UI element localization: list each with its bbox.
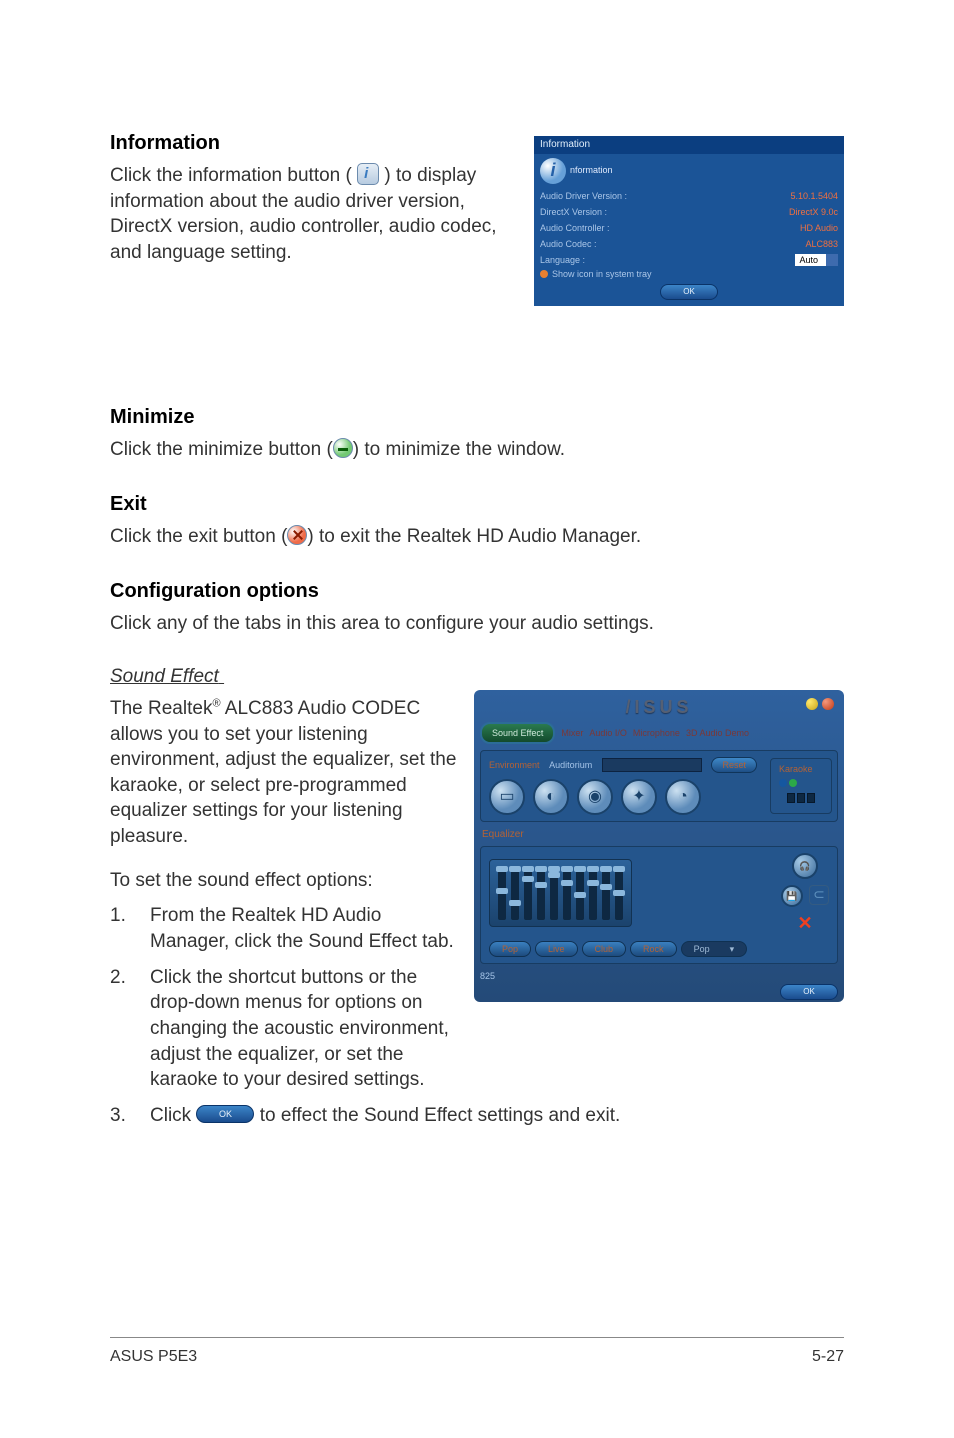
info-panel-title: Information (534, 136, 844, 154)
env-preset-icon[interactable]: ◐ (533, 779, 569, 815)
information-panel: Information i nformation Audio Driver Ve… (534, 136, 844, 306)
tab-3d-audio[interactable]: 3D Audio Demo (686, 727, 749, 739)
eq-slider[interactable] (602, 866, 610, 920)
eq-slider[interactable] (563, 866, 571, 920)
list-number: 2. (110, 965, 150, 1093)
environment-dropdown[interactable] (602, 758, 702, 772)
eq-slider[interactable] (576, 866, 584, 920)
info-icon-label: nformation (570, 164, 613, 176)
equalizer-sliders[interactable] (489, 859, 632, 927)
exit-heading: Exit (110, 491, 844, 518)
tab-microphone[interactable]: Microphone (633, 727, 680, 739)
tab-sound-effect[interactable]: Sound Effect (480, 722, 555, 744)
language-dropdown[interactable]: Auto (795, 254, 838, 266)
karaoke-label: Karaoke (779, 763, 823, 775)
env-preset-icon[interactable]: ◉ (577, 779, 613, 815)
sound-effect-panel: /ISUS Sound Effect Mixer Audio I/O Micro… (474, 690, 844, 1002)
preset-button[interactable]: Rock (630, 941, 677, 957)
eq-save-icon[interactable]: 💾 (781, 885, 803, 907)
exit-body: Click the exit button () to exit the Rea… (110, 524, 844, 550)
list-item: Click the shortcut buttons or the drop-d… (150, 965, 460, 1093)
close-icon[interactable] (822, 698, 834, 710)
minimize-heading: Minimize (110, 404, 844, 431)
config-heading: Configuration options (110, 578, 844, 605)
eq-mode-icon[interactable]: 🎧 (792, 853, 818, 879)
minimize-body: Click the minimize button () to minimize… (110, 437, 844, 463)
info-row-value: ALC883 (805, 238, 838, 250)
footer-left: ASUS P5E3 (110, 1346, 197, 1368)
eq-open-icon[interactable]: ⊂ (809, 885, 829, 905)
preset-button[interactable]: Club (582, 941, 627, 957)
preset-button[interactable]: Pop (489, 941, 531, 957)
minimize-icon[interactable] (806, 698, 818, 710)
footer-right: 5-27 (812, 1346, 844, 1368)
eq-slider[interactable] (524, 866, 532, 920)
eq-slider[interactable] (615, 866, 623, 920)
info-row-label: Audio Driver Version : (540, 190, 627, 202)
equalizer-label: Equalizer (482, 828, 836, 842)
eq-slider[interactable] (537, 866, 545, 920)
list-number: 3. (110, 1103, 150, 1129)
eq-slider[interactable] (498, 866, 506, 920)
list-item: Click OK to effect the Sound Effect sett… (150, 1103, 844, 1129)
language-label: Language : (540, 254, 585, 266)
karaoke-box: Karaoke (770, 758, 832, 814)
list-number: 1. (110, 903, 150, 954)
info-row-label: Audio Controller : (540, 222, 610, 234)
karaoke-icon[interactable] (779, 779, 787, 787)
info-row-label: DirectX Version : (540, 206, 607, 218)
list-item: From the Realtek HD Audio Manager, click… (150, 903, 460, 954)
info-row-value: DirectX 9.0c (789, 206, 838, 218)
karaoke-icon[interactable] (789, 779, 797, 787)
tray-radio-label[interactable]: Show icon in system tray (552, 268, 652, 280)
info-row-label: Audio Codec : (540, 238, 597, 250)
preset-dropdown[interactable]: Pop▾ (681, 941, 748, 957)
environment-label: Environment (489, 759, 540, 771)
info-row-value: HD Audio (800, 222, 838, 234)
env-preset-icon[interactable]: ✦ (621, 779, 657, 815)
env-preset-icon[interactable]: ◔ (665, 779, 701, 815)
reset-button[interactable]: Reset (711, 757, 757, 773)
eq-slider[interactable] (550, 866, 558, 920)
asus-logo: /ISUS (625, 695, 692, 719)
tab-mixer[interactable]: Mixer (561, 727, 583, 739)
config-body: Click any of the tabs in this area to co… (110, 611, 844, 637)
ok-button[interactable]: OK (660, 284, 718, 300)
info-icon: i (540, 158, 566, 184)
tab-audio-io[interactable]: Audio I/O (589, 727, 627, 739)
auditorium-label: Auditorium (549, 759, 592, 771)
information-button-icon (357, 163, 379, 185)
eq-slider[interactable] (511, 866, 519, 920)
sound-effect-subheading: Sound Effect (110, 664, 844, 690)
eq-delete-icon[interactable]: ✕ (795, 913, 815, 933)
panel-number: 825 (480, 970, 838, 982)
env-preset-icon[interactable]: ▭ (489, 779, 525, 815)
eq-slider[interactable] (589, 866, 597, 920)
ok-button[interactable]: OK (780, 984, 838, 1000)
minimize-icon (333, 438, 353, 458)
tray-radio-icon[interactable] (540, 270, 548, 278)
info-row-value: 5.10.1.5404 (790, 190, 838, 202)
exit-icon (287, 525, 307, 545)
ok-button-inline: OK (196, 1105, 254, 1123)
preset-button[interactable]: Live (535, 941, 578, 957)
